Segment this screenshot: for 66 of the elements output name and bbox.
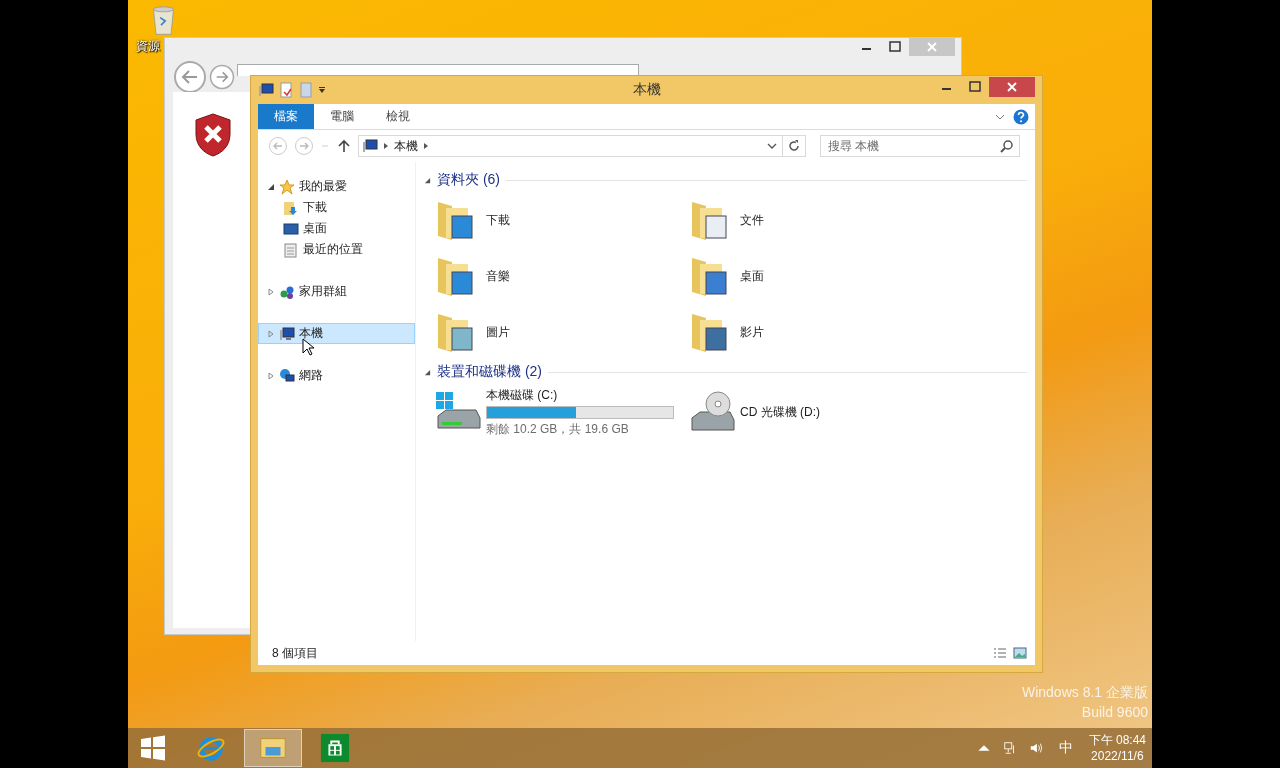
expand-ribbon-icon[interactable]: [995, 112, 1005, 121]
breadcrumb-item[interactable]: 本機: [394, 137, 418, 155]
expanded-arrow-icon[interactable]: [424, 176, 431, 184]
up-arrow-icon[interactable]: [338, 139, 350, 153]
ribbon-tab[interactable]: 檢視: [370, 104, 426, 129]
computer-icon: [362, 138, 378, 154]
ribbon-tab[interactable]: 檔案: [258, 104, 314, 129]
error-shield-icon: [193, 112, 233, 158]
ribbon-tab[interactable]: 電腦: [314, 104, 370, 129]
watermark-text: Windows 8.1 企業版: [1021, 684, 1148, 702]
properties-icon[interactable]: [278, 82, 294, 98]
nav-item[interactable]: 本機: [258, 323, 415, 344]
collapsed-arrow-icon[interactable]: [267, 329, 275, 338]
refresh-icon[interactable]: [787, 139, 801, 153]
folder-item[interactable]: 下載: [434, 192, 688, 248]
mouse-cursor-icon: [302, 338, 314, 356]
network-icon: [279, 367, 295, 384]
forward-icon[interactable]: [209, 64, 235, 90]
watermark-text: Build 9600: [1081, 704, 1148, 720]
large-icons-view-icon[interactable]: [1013, 647, 1027, 659]
details-view-icon[interactable]: [993, 647, 1007, 659]
nav-item[interactable]: 網路: [258, 365, 415, 386]
speaker-icon[interactable]: [1028, 741, 1043, 755]
store-icon: [320, 733, 350, 763]
nav-item[interactable]: 下載: [258, 197, 415, 218]
computer-icon: [279, 325, 295, 342]
recent-places-icon: [283, 241, 299, 258]
network-icon[interactable]: [1002, 741, 1017, 755]
dropdown-caret-icon[interactable]: [767, 142, 777, 150]
breadcrumb-arrow-icon[interactable]: [423, 142, 429, 150]
search-icon: [1000, 139, 1014, 153]
computer-icon[interactable]: [258, 82, 274, 98]
folder-item[interactable]: 文件: [688, 192, 942, 248]
search-field[interactable]: 搜尋 本機: [820, 135, 1020, 157]
folder-item[interactable]: 音樂: [434, 248, 688, 304]
close-icon[interactable]: [989, 77, 1035, 97]
input-method-indicator[interactable]: 中: [1058, 739, 1073, 757]
dropdown-caret-icon[interactable]: [318, 86, 326, 94]
windows-logo-icon[interactable]: [140, 735, 166, 761]
back-icon[interactable]: [173, 60, 207, 94]
folder-item[interactable]: 桌面: [688, 248, 942, 304]
group-header[interactable]: 裝置和磁碟機 (2): [437, 363, 542, 381]
nav-item[interactable]: 我的最愛: [258, 176, 415, 197]
star-icon: [279, 178, 295, 195]
download-folder-icon: [283, 199, 299, 216]
collapsed-arrow-icon[interactable]: [267, 287, 275, 296]
group-header[interactable]: 資料夾 (6): [437, 171, 500, 189]
item-count: 8 個項目: [272, 644, 318, 662]
drive-item[interactable]: CD 光碟機 (D:): [688, 384, 942, 440]
folder-item[interactable]: 影片: [688, 304, 942, 360]
nav-item[interactable]: 家用群組: [258, 281, 415, 302]
nav-item[interactable]: 最近的位置: [258, 239, 415, 260]
recycle-bin-icon[interactable]: [150, 6, 177, 36]
collapsed-arrow-icon[interactable]: [267, 371, 275, 380]
address-bar[interactable]: 本機: [358, 135, 806, 157]
nav-item[interactable]: 桌面: [258, 218, 415, 239]
help-icon[interactable]: [1013, 108, 1029, 125]
drive-item[interactable]: 本機磁碟 (C:) 剩餘 10.2 GB，共 19.6 GB: [434, 384, 688, 440]
taskbar-button[interactable]: [244, 729, 302, 767]
window-title: 本機: [632, 81, 661, 99]
expanded-arrow-icon[interactable]: [424, 368, 431, 376]
breadcrumb-arrow-icon[interactable]: [383, 142, 389, 150]
clock[interactable]: 下午 08:44 2022/11/6: [1088, 732, 1146, 764]
expanded-arrow-icon[interactable]: [267, 182, 275, 191]
desktop-icon: [283, 220, 299, 237]
folder-item[interactable]: 圖片: [434, 304, 688, 360]
